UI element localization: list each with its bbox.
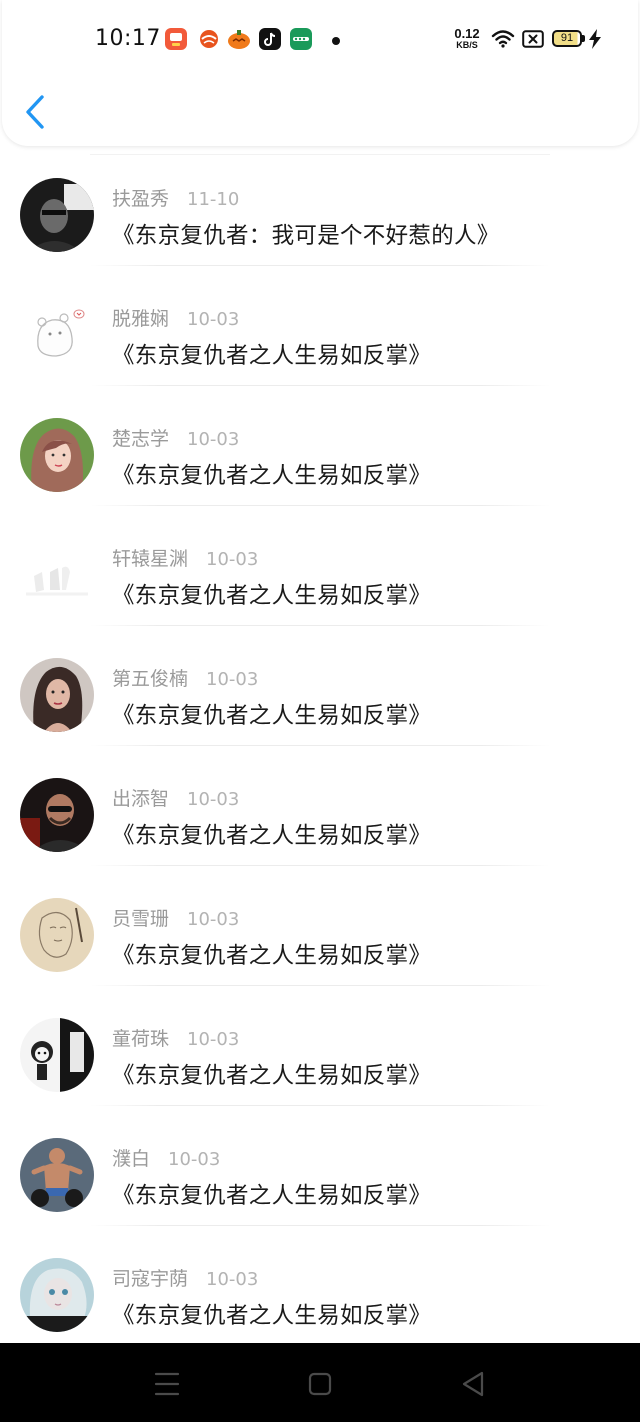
avatar[interactable]	[20, 898, 94, 972]
network-speed-unit: KB/S	[456, 40, 478, 50]
user-name: 司寇宇荫 10-03	[112, 1264, 258, 1291]
item-date: 10-03	[187, 789, 240, 810]
back-nav-button[interactable]	[456, 1367, 490, 1401]
network-speed: 0.12 KB/S	[452, 27, 482, 50]
user-name-text: 轩辕星渊	[112, 548, 189, 570]
user-name: 脱雅娴 10-03	[112, 304, 239, 331]
user-name-text: 扶盈秀	[112, 188, 170, 210]
user-name: 出添智 10-03	[112, 784, 239, 811]
item-date: 10-03	[187, 309, 240, 330]
wifi-icon	[491, 29, 515, 53]
item-title[interactable]: 《东京复仇者：我可是个不好惹的人》	[112, 218, 500, 250]
avatar[interactable]	[20, 538, 94, 612]
avatar[interactable]	[20, 298, 94, 372]
user-name-text: 司寇宇荫	[112, 1268, 189, 1290]
back-triangle-icon	[462, 1371, 484, 1397]
no-sim-icon	[522, 30, 544, 52]
item-date: 10-03	[187, 909, 240, 930]
user-name-text: 第五俊楠	[112, 668, 189, 690]
avatar[interactable]	[20, 418, 94, 492]
battery-level: 91	[552, 30, 585, 47]
list-item[interactable]: 员雪珊 10-03 《东京复仇者之人生易如反掌》	[0, 866, 640, 986]
app-icon-2	[198, 28, 220, 50]
item-date: 10-03	[187, 1029, 240, 1050]
item-title[interactable]: 《东京复仇者之人生易如反掌》	[112, 458, 431, 490]
item-title[interactable]: 《东京复仇者之人生易如反掌》	[112, 938, 431, 970]
user-name: 第五俊楠 10-03	[112, 664, 258, 691]
list-item[interactable]: 童荷珠 10-03 《东京复仇者之人生易如反掌》	[0, 986, 640, 1106]
item-date: 10-03	[206, 669, 259, 690]
tiktok-icon	[259, 28, 281, 50]
system-nav-bar	[0, 1343, 640, 1422]
item-title[interactable]: 《东京复仇者之人生易如反掌》	[112, 1178, 431, 1210]
avatar[interactable]	[20, 1018, 94, 1092]
item-title[interactable]: 《东京复仇者之人生易如反掌》	[112, 578, 431, 610]
notification-dot-icon	[332, 37, 340, 45]
item-date: 11-10	[187, 189, 240, 210]
app-icon-5	[290, 28, 312, 50]
avatar[interactable]	[20, 778, 94, 852]
item-date: 10-03	[187, 429, 240, 450]
home-icon	[308, 1372, 332, 1396]
user-name-text: 脱雅娴	[112, 308, 170, 330]
item-title[interactable]: 《东京复仇者之人生易如反掌》	[112, 1298, 431, 1330]
user-name: 濮白 10-03	[112, 1144, 220, 1171]
user-name-text: 童荷珠	[112, 1028, 170, 1050]
top-header-card: 10:17 0.12 KB/S 91	[2, 0, 638, 146]
list-item[interactable]: 出添智 10-03 《东京复仇者之人生易如反掌》	[0, 746, 640, 866]
item-date: 10-03	[206, 549, 259, 570]
home-button[interactable]	[303, 1367, 337, 1401]
avatar[interactable]	[20, 1258, 94, 1332]
user-name-text: 楚志学	[112, 428, 170, 450]
item-title[interactable]: 《东京复仇者之人生易如反掌》	[112, 818, 431, 850]
list-item[interactable]: 轩辕星渊 10-03 《东京复仇者之人生易如反掌》	[0, 506, 640, 626]
list-item[interactable]: 濮白 10-03 《东京复仇者之人生易如反掌》	[0, 1106, 640, 1226]
user-name: 轩辕星渊 10-03	[112, 544, 258, 571]
list-item[interactable]: 司寇宇荫 10-03 《东京复仇者之人生易如反掌》	[0, 1226, 640, 1346]
list-item[interactable]: 第五俊楠 10-03 《东京复仇者之人生易如反掌》	[0, 626, 640, 746]
user-name: 员雪珊 10-03	[112, 904, 239, 931]
user-name: 扶盈秀 11-10	[112, 184, 239, 211]
user-name-text: 出添智	[112, 788, 170, 810]
back-button[interactable]	[20, 92, 54, 132]
app-icon-3	[227, 28, 251, 50]
item-title[interactable]: 《东京复仇者之人生易如反掌》	[112, 698, 431, 730]
avatar[interactable]	[20, 1138, 94, 1212]
item-title[interactable]: 《东京复仇者之人生易如反掌》	[112, 1058, 431, 1090]
user-name: 童荷珠 10-03	[112, 1024, 239, 1051]
user-name-text: 员雪珊	[112, 908, 170, 930]
item-date: 10-03	[168, 1149, 221, 1170]
menu-icon	[154, 1372, 180, 1396]
item-date: 10-03	[206, 1269, 259, 1290]
network-speed-value: 0.12	[454, 26, 480, 41]
item-title[interactable]: 《东京复仇者之人生易如反掌》	[112, 338, 431, 370]
app-icon-1	[165, 28, 187, 50]
user-name: 楚志学 10-03	[112, 424, 239, 451]
list-item[interactable]: 楚志学 10-03 《东京复仇者之人生易如反掌》	[0, 386, 640, 506]
charging-bolt-icon	[588, 29, 602, 53]
list-item[interactable]: 脱雅娴 10-03 《东京复仇者之人生易如反掌》	[0, 266, 640, 386]
status-time: 10:17	[95, 26, 161, 51]
avatar[interactable]	[20, 658, 94, 732]
menu-button[interactable]	[150, 1367, 184, 1401]
avatar[interactable]	[20, 178, 94, 252]
chevron-left-icon	[26, 95, 44, 129]
list-item[interactable]: 扶盈秀 11-10 《东京复仇者：我可是个不好惹的人》	[0, 146, 640, 266]
user-name-text: 濮白	[112, 1148, 151, 1170]
